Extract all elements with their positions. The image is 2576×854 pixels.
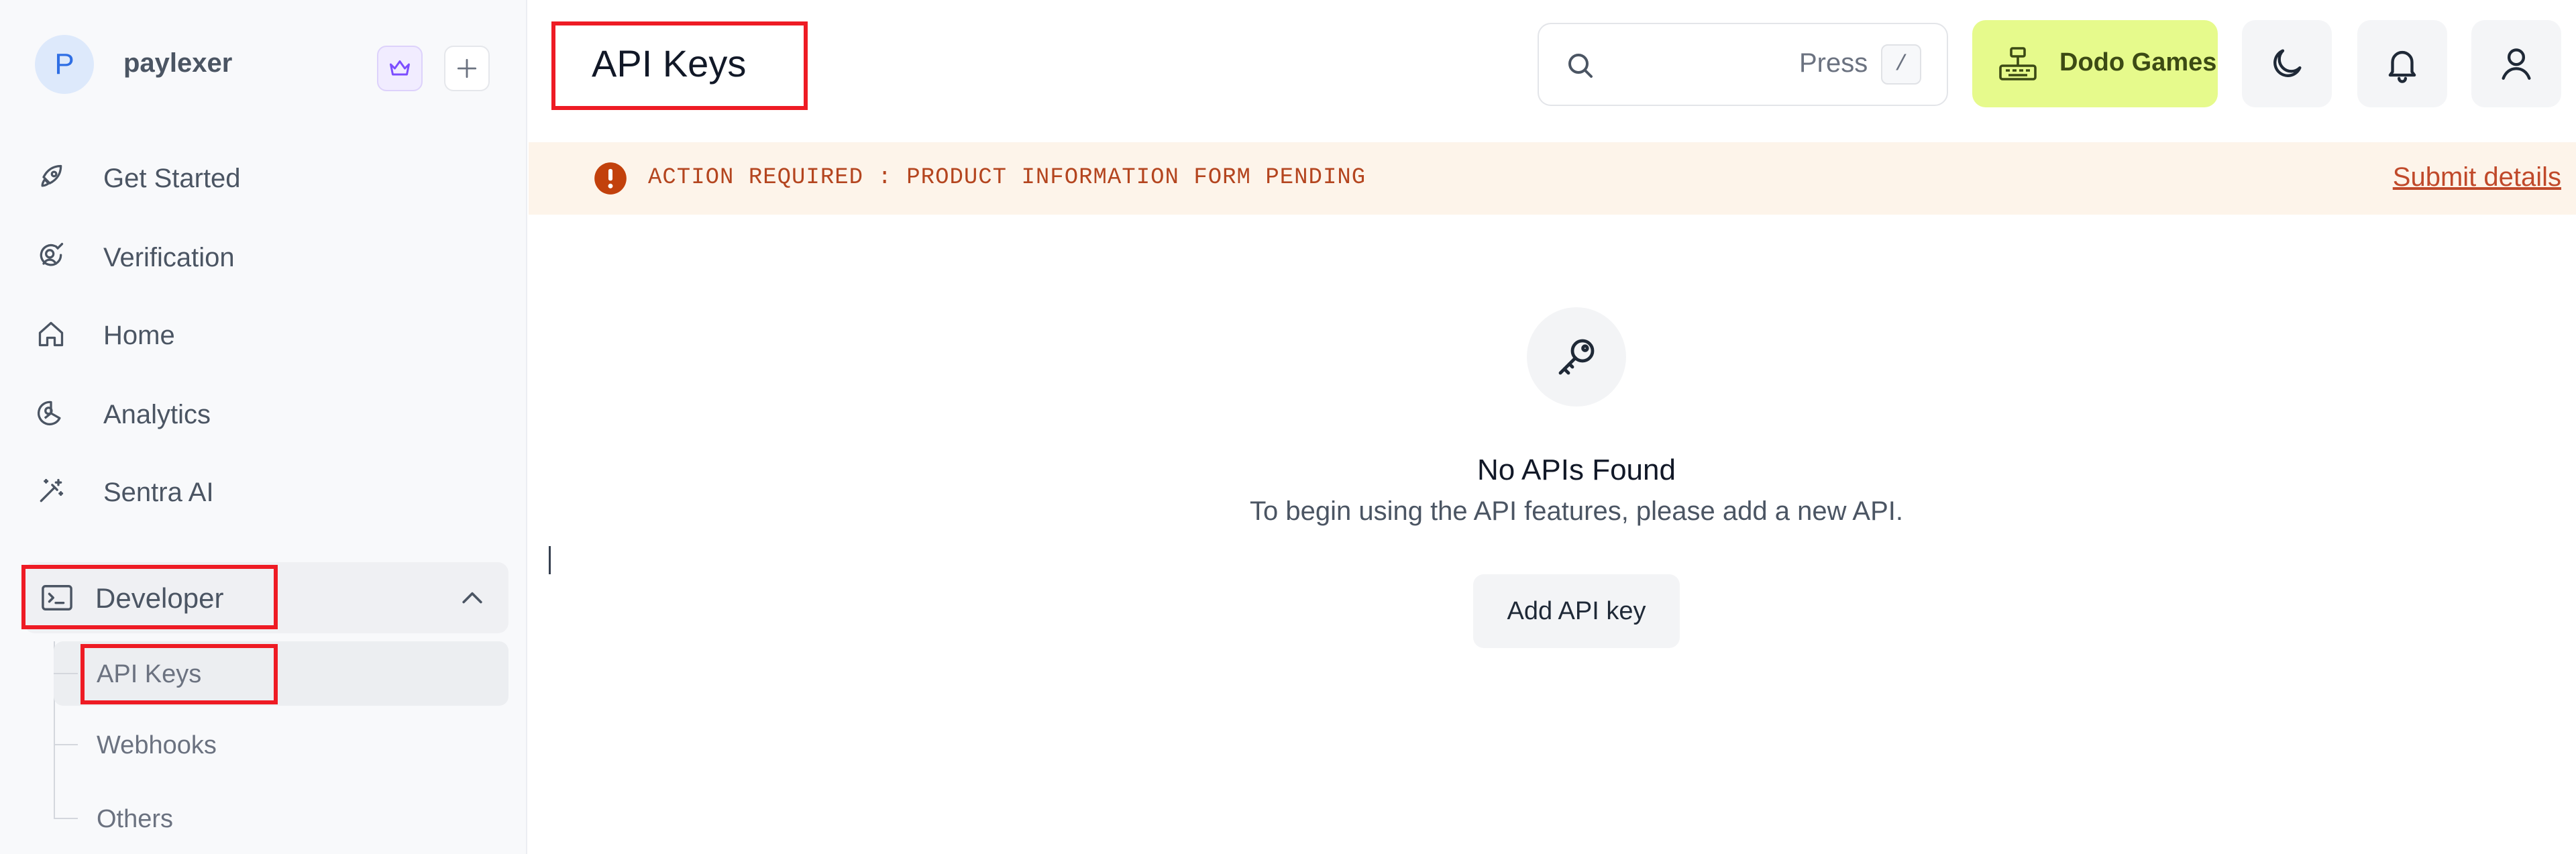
sidebar-subitem-label: Webhooks <box>97 731 217 759</box>
sidebar-item-label: Get Started <box>103 164 241 193</box>
sidebar-item-label: Analytics <box>103 400 211 429</box>
key-icon <box>1558 339 1595 375</box>
info-icon <box>594 162 627 195</box>
user-icon <box>2502 48 2531 80</box>
tree-connector <box>54 673 78 674</box>
theme-toggle-button[interactable] <box>2242 20 2332 107</box>
rocket-icon <box>41 164 62 187</box>
search-hint: Press <box>1799 48 1868 78</box>
add-workspace-button[interactable] <box>444 46 490 91</box>
sidebar-item-label: Sentra AI <box>103 478 214 507</box>
user-check-icon <box>40 243 64 266</box>
sidebar-group-developer[interactable]: Developer <box>24 562 508 633</box>
submit-details-link[interactable]: Submit details <box>2393 162 2561 193</box>
sidebar-subitem-webhooks[interactable]: Webhooks <box>54 712 508 777</box>
empty-state-icon-badge <box>1527 307 1626 407</box>
sidebar-item-label: Home <box>103 321 175 350</box>
search-input[interactable]: Press / <box>1538 23 1948 106</box>
moon-icon <box>2273 49 2302 77</box>
tree-connector <box>54 744 78 745</box>
add-api-key-button[interactable]: Add API key <box>1473 574 1680 648</box>
page-title: API Keys <box>592 42 747 85</box>
dodo-games-button[interactable]: Dodo Games <box>1972 20 2218 107</box>
workspace-name[interactable]: paylexer <box>123 48 232 78</box>
bell-icon <box>2388 50 2416 83</box>
sidebar-group-label: Developer <box>95 582 224 614</box>
upgrade-button[interactable] <box>377 46 423 91</box>
home-icon <box>38 321 64 347</box>
workspace-header: P paylexer <box>32 32 495 97</box>
dodo-games-label: Dodo Games <box>2059 48 2217 76</box>
empty-state-description: To begin using the API features, please … <box>1249 496 1903 526</box>
sidebar-subitem-label: API Keys <box>97 660 202 688</box>
sidebar-subitem-label: Others <box>97 805 174 833</box>
sidebar-item-label: Verification <box>103 243 235 272</box>
banner-text: ACTION REQUIRED : PRODUCT INFORMATION FO… <box>648 165 1366 191</box>
chevron-up-icon[interactable] <box>458 584 487 613</box>
pie-chart-icon <box>38 401 61 425</box>
text-cursor <box>549 546 551 574</box>
sidebar-subitem-api-keys[interactable]: API Keys <box>54 641 508 706</box>
crown-icon <box>390 60 410 76</box>
magic-wand-icon <box>40 478 64 502</box>
search-shortcut-key: / <box>1881 44 1921 85</box>
sidebar-item-analytics[interactable]: Analytics <box>36 386 506 440</box>
profile-button[interactable] <box>2471 20 2561 107</box>
action-required-banner: ACTION REQUIRED : PRODUCT INFORMATION FO… <box>529 142 2576 215</box>
tree-connector <box>54 818 78 819</box>
sidebar-subitem-others[interactable]: Others <box>54 786 508 851</box>
search-icon <box>1568 54 1593 78</box>
plus-icon <box>457 58 477 78</box>
empty-state-title: No APIs Found <box>1477 453 1676 486</box>
sidebar-item-home[interactable]: Home <box>36 307 506 361</box>
workspace-avatar[interactable]: P <box>35 35 94 94</box>
notifications-button[interactable] <box>2357 20 2447 107</box>
sidebar-item-get-started[interactable]: Get Started <box>36 150 506 204</box>
keyboard-icon <box>1999 47 2037 81</box>
sidebar-item-sentra-ai[interactable]: Sentra AI <box>36 464 506 518</box>
terminal-icon <box>42 585 72 610</box>
sidebar: P paylexer Get Started Verification Home… <box>0 0 527 854</box>
sidebar-item-verification[interactable]: Verification <box>36 229 506 283</box>
